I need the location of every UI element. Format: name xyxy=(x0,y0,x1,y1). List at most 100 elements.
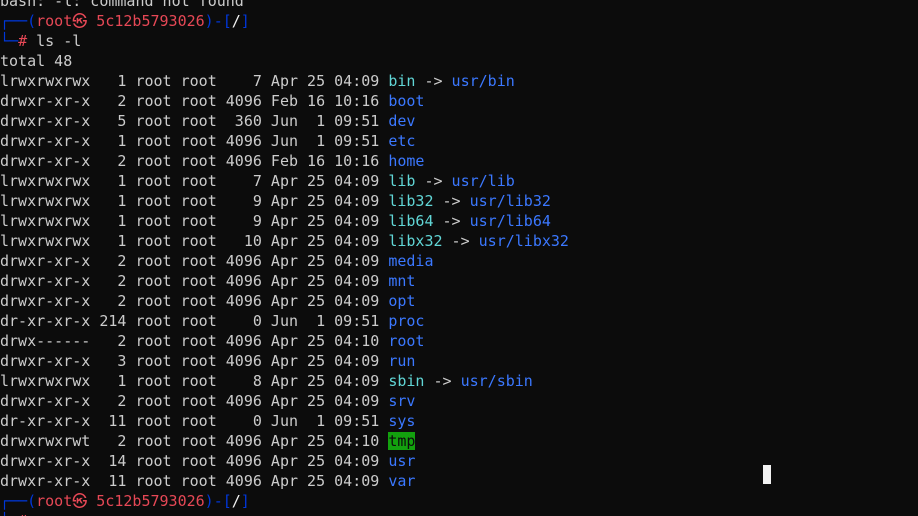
text-segment: └─ xyxy=(0,32,19,50)
text-segment: drwxrwxrwt 2 root root 4096 Apr 25 04:10 xyxy=(0,432,389,450)
prompt-header-line: ┌──(root㉿ 5c12b5793026)-[/] xyxy=(0,11,918,31)
text-segment: dev xyxy=(388,112,416,130)
text-segment: drwxr-xr-x 2 root root 4096 Feb 16 10:16 xyxy=(0,152,389,170)
text-segment: 5c12b5793026 xyxy=(87,12,205,30)
text-segment: )-[ xyxy=(204,492,232,510)
text-segment: usr/lib32 xyxy=(469,192,551,210)
text-cursor xyxy=(763,465,771,484)
file-entry-line: drwxr-xr-x 14 root root 4096 Apr 25 04:0… xyxy=(0,451,918,471)
text-segment: media xyxy=(388,252,434,270)
command-line: └─# xyxy=(0,511,918,516)
file-entry-line: drwxr-xr-x 11 root root 4096 Apr 25 04:0… xyxy=(0,471,918,491)
text-segment: etc xyxy=(388,132,416,150)
text-segment: sbin xyxy=(388,372,425,390)
file-entry-line: lrwxrwxrwx 1 root root 9 Apr 25 04:09 li… xyxy=(0,191,918,211)
file-entry-line: drwxr-xr-x 2 root root 4096 Apr 25 04:09… xyxy=(0,271,918,291)
text-segment: lrwxrwxrwx 1 root root 8 Apr 25 04:09 xyxy=(0,372,389,390)
text-segment: dr-xr-xr-x 11 root root 0 Jun 1 09:51 xyxy=(0,412,389,430)
text-segment: drwxr-xr-x 5 root root 360 Jun 1 09:51 xyxy=(0,112,389,130)
file-entry-line: drwxr-xr-x 2 root root 4096 Apr 25 04:09… xyxy=(0,391,918,411)
text-segment: drwxr-xr-x 2 root root 4096 Apr 25 04:09 xyxy=(0,292,389,310)
file-entry-line: lrwxrwxrwx 1 root root 10 Apr 25 04:09 l… xyxy=(0,231,918,251)
text-segment: ] xyxy=(240,12,250,30)
text-segment: ls -l xyxy=(27,32,82,50)
file-entry-line: drwxr-xr-x 2 root root 4096 Feb 16 10:16… xyxy=(0,151,918,171)
text-segment: root xyxy=(36,492,73,510)
text-segment: └─ xyxy=(0,512,18,516)
prompt-header-line: ┌──(root㉿ 5c12b5793026)-[/] xyxy=(0,491,918,511)
text-segment: -> xyxy=(415,172,452,190)
text-segment: # xyxy=(18,512,27,516)
file-entry-line: drwx------ 2 root root 4096 Apr 25 04:10… xyxy=(0,331,918,351)
text-segment: 5c12b5793026 xyxy=(87,492,205,510)
text-segment: lib xyxy=(388,172,416,190)
file-entry-line: drwxr-xr-x 3 root root 4096 Apr 25 04:09… xyxy=(0,351,918,371)
text-segment: lrwxrwxrwx 1 root root 10 Apr 25 04:09 xyxy=(0,232,389,250)
text-segment: drwxr-xr-x 2 root root 4096 Apr 25 04:09 xyxy=(0,252,389,270)
file-entry-line: drwxr-xr-x 2 root root 4096 Feb 16 10:16… xyxy=(0,91,918,111)
text-segment: drwxr-xr-x 1 root root 4096 Jun 1 09:51 xyxy=(0,132,389,150)
text-segment: drwxr-xr-x 2 root root 4096 Apr 25 04:09 xyxy=(0,272,389,290)
text-segment: boot xyxy=(388,92,425,110)
file-entry-line: dr-xr-xr-x 214 root root 0 Jun 1 09:51 p… xyxy=(0,311,918,331)
text-segment: root xyxy=(388,332,425,350)
text-segment: lrwxrwxrwx 1 root root 9 Apr 25 04:09 xyxy=(0,212,389,230)
text-segment: mnt xyxy=(388,272,416,290)
text-segment: # xyxy=(18,32,28,50)
text-segment: lrwxrwxrwx 1 root root 9 Apr 25 04:09 xyxy=(0,192,389,210)
file-entry-line: lrwxrwxrwx 1 root root 9 Apr 25 04:09 li… xyxy=(0,211,918,231)
text-segment: usr/bin xyxy=(451,72,515,90)
text-segment: ┌──( xyxy=(0,12,37,30)
text-segment: srv xyxy=(388,392,416,410)
text-segment: -> xyxy=(442,232,479,250)
text-segment: -> xyxy=(433,212,470,230)
text-segment: sys xyxy=(388,412,416,430)
file-entry-line: dr-xr-xr-x 11 root root 0 Jun 1 09:51 sy… xyxy=(0,411,918,431)
text-segment: / xyxy=(231,12,241,30)
output-line: total 48 xyxy=(0,51,918,71)
text-segment: -> xyxy=(424,372,461,390)
command-line: └─# ls -l xyxy=(0,31,918,51)
text-segment: )-[ xyxy=(204,12,232,30)
text-segment: ┌──( xyxy=(0,492,37,510)
terminal-window[interactable]: bash: -l: command not found ┌──(root㉿ 5c1… xyxy=(0,0,918,516)
text-segment: usr/libx32 xyxy=(478,232,569,250)
text-segment: libx32 xyxy=(388,232,443,250)
file-entry-line: drwxrwxrwt 2 root root 4096 Apr 25 04:10… xyxy=(0,431,918,451)
file-entry-line: drwxr-xr-x 2 root root 4096 Apr 25 04:09… xyxy=(0,291,918,311)
text-segment: usr/sbin xyxy=(460,372,533,390)
text-segment: lib64 xyxy=(388,212,434,230)
text-segment: -> xyxy=(433,192,470,210)
text-segment: bin xyxy=(388,72,416,90)
text-segment: ] xyxy=(240,492,250,510)
file-entry-line: lrwxrwxrwx 1 root root 8 Apr 25 04:09 sb… xyxy=(0,371,918,391)
file-entry-line: drwxr-xr-x 1 root root 4096 Jun 1 09:51 … xyxy=(0,131,918,151)
file-entry-line: drwxr-xr-x 5 root root 360 Jun 1 09:51 d… xyxy=(0,111,918,131)
text-segment: var xyxy=(388,472,416,490)
file-entry-line: lrwxrwxrwx 1 root root 7 Apr 25 04:09 li… xyxy=(0,171,918,191)
text-segment: drwxr-xr-x 14 root root 4096 Apr 25 04:0… xyxy=(0,452,389,470)
text-segment: usr xyxy=(388,452,416,470)
text-segment: home xyxy=(388,152,425,170)
text-segment: bash: -l: command not found xyxy=(0,0,244,10)
text-segment: drwxr-xr-x 3 root root 4096 Apr 25 04:09 xyxy=(0,352,389,370)
file-entry-line: drwxr-xr-x 2 root root 4096 Apr 25 04:09… xyxy=(0,251,918,271)
text-segment: tmp xyxy=(388,432,416,450)
text-segment: usr/lib64 xyxy=(469,212,551,230)
text-segment: proc xyxy=(388,312,425,330)
text-segment: total 48 xyxy=(0,52,73,70)
text-segment xyxy=(27,512,36,516)
text-segment: drwxr-xr-x 2 root root 4096 Feb 16 10:16 xyxy=(0,92,389,110)
text-segment: lrwxrwxrwx 1 root root 7 Apr 25 04:09 xyxy=(0,72,389,90)
text-segment: drwx------ 2 root root 4096 Apr 25 04:10 xyxy=(0,332,389,350)
text-segment: dr-xr-xr-x 214 root root 0 Jun 1 09:51 xyxy=(0,312,389,330)
terminal-output: bash: -l: command not found ┌──(root㉿ 5c1… xyxy=(0,0,918,516)
text-segment: lrwxrwxrwx 1 root root 7 Apr 25 04:09 xyxy=(0,172,389,190)
file-entry-line: lrwxrwxrwx 1 root root 7 Apr 25 04:09 bi… xyxy=(0,71,918,91)
text-segment: ㉿ xyxy=(72,12,88,30)
text-segment: opt xyxy=(388,292,416,310)
text-segment: usr/lib xyxy=(451,172,515,190)
text-segment: run xyxy=(388,352,416,370)
text-segment: ㉿ xyxy=(72,492,88,510)
text-segment: -> xyxy=(415,72,452,90)
